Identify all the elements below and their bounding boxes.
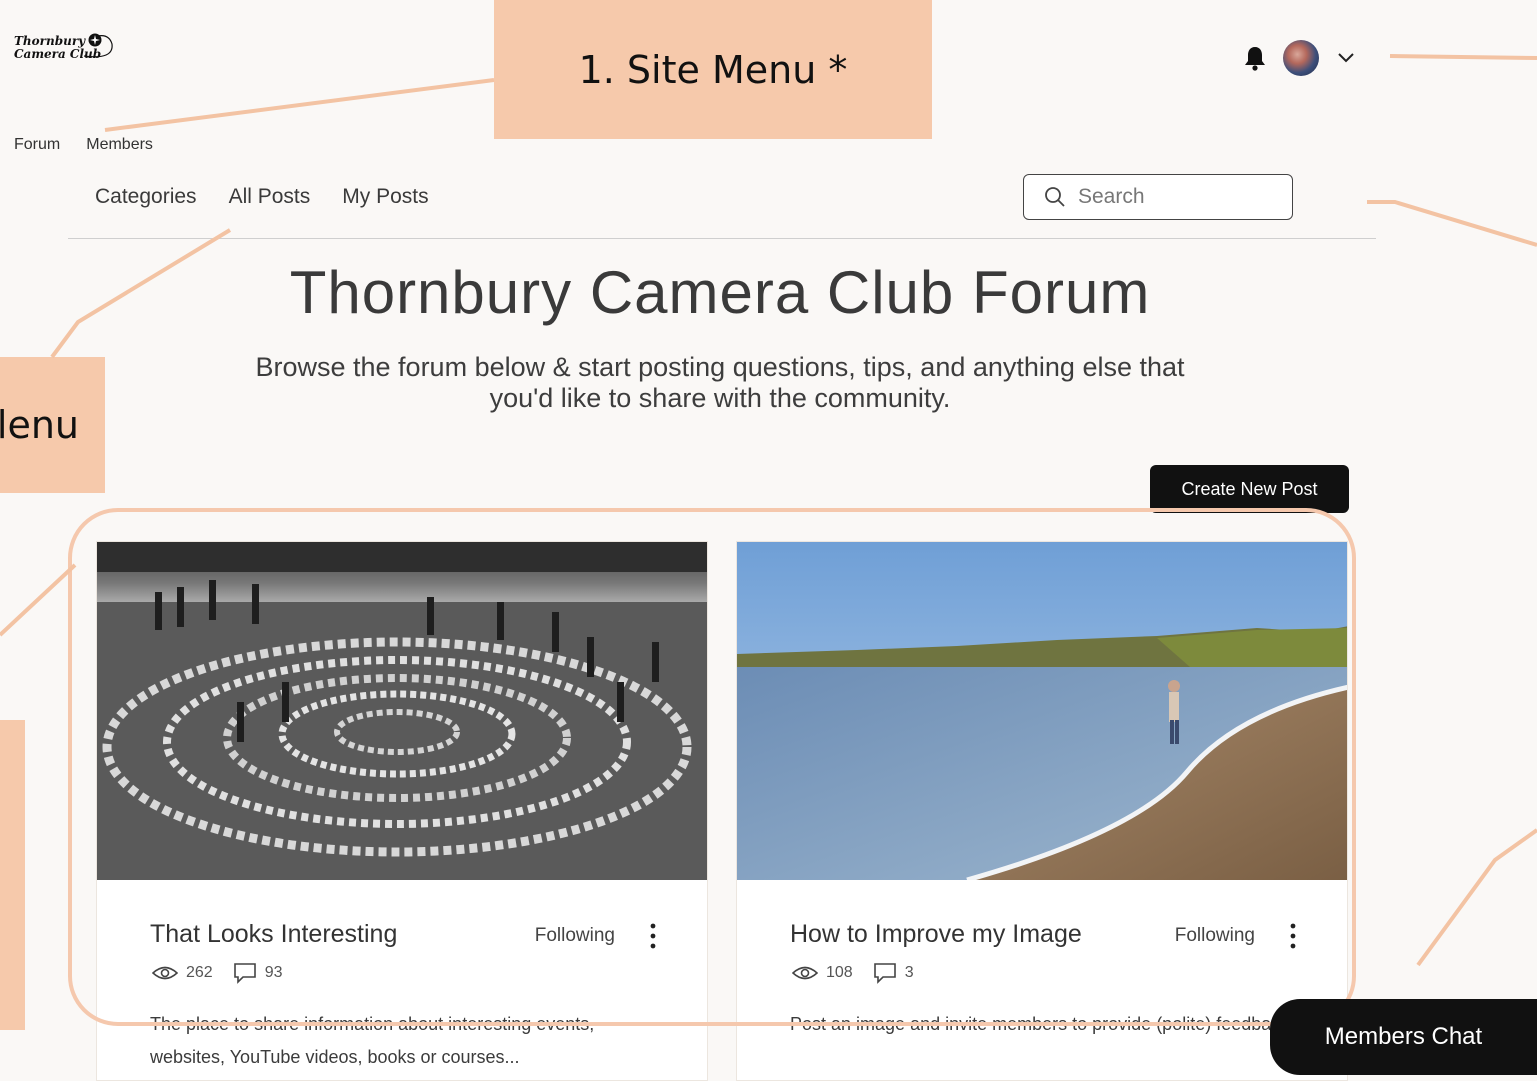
views-icon (792, 966, 818, 980)
search-icon (1045, 187, 1065, 207)
card-stats: 108 3 (792, 962, 914, 984)
user-avatar[interactable] (1283, 40, 1319, 76)
more-options-icon[interactable] (647, 922, 659, 950)
tab-all-posts[interactable]: All Posts (229, 185, 311, 209)
comments-count: 93 (264, 964, 283, 981)
chevron-down-icon[interactable] (1336, 47, 1356, 67)
site-menu-callout: 1. Site Menu * (494, 0, 932, 139)
card-stats: 262 93 (152, 962, 283, 984)
comments-icon (873, 963, 896, 984)
site-nav-members[interactable]: Members (86, 136, 153, 154)
card-description: The place to share information about int… (150, 1014, 595, 1067)
search-input[interactable] (1076, 184, 1270, 210)
category-card[interactable]: How to Improve my Image Following 108 3 … (736, 541, 1348, 1081)
logo-line2: Camera Club (14, 47, 102, 61)
views-icon (152, 966, 178, 980)
comments-count: 3 (904, 964, 914, 981)
following-button[interactable]: Following (535, 925, 615, 947)
nav-divider (68, 238, 1376, 239)
tab-my-posts[interactable]: My Posts (342, 185, 428, 209)
comments-icon (233, 963, 256, 984)
tab-categories[interactable]: Categories (95, 185, 197, 209)
forum-menu-callout-label: lenu (0, 403, 79, 447)
site-nav-forum[interactable]: Forum (14, 136, 60, 154)
page-subtitle: Browse the forum below & start posting q… (255, 352, 1185, 413)
site-logo[interactable]: Thornbury Camera Club (14, 30, 119, 72)
site-menu: Forum Members (14, 136, 153, 154)
create-new-post-button[interactable]: Create New Post (1150, 465, 1349, 513)
card-title[interactable]: That Looks Interesting (150, 920, 397, 949)
members-chat-button[interactable]: Members Chat (1270, 999, 1537, 1075)
more-options-icon[interactable] (1287, 922, 1299, 950)
category-card[interactable]: That Looks Interesting Following 262 93 … (96, 541, 708, 1081)
forum-menu-callout: lenu (0, 357, 105, 493)
search-box[interactable] (1023, 174, 1293, 220)
category-image-labyrinth[interactable] (97, 542, 707, 880)
views-count: 262 (186, 964, 213, 981)
following-button[interactable]: Following (1175, 925, 1255, 947)
category-image-beach[interactable] (737, 542, 1347, 880)
page-title: Thornbury Camera Club Forum (289, 259, 1151, 326)
bell-icon[interactable] (1244, 45, 1266, 71)
views-count: 108 (826, 964, 853, 981)
forum-menu: Categories All Posts My Posts (95, 185, 429, 209)
card-description: Post an image and invite members to prov… (790, 1014, 1290, 1034)
posts-callout (0, 720, 25, 1030)
site-menu-callout-label: 1. Site Menu * (578, 47, 848, 92)
card-title[interactable]: How to Improve my Image (790, 920, 1082, 949)
